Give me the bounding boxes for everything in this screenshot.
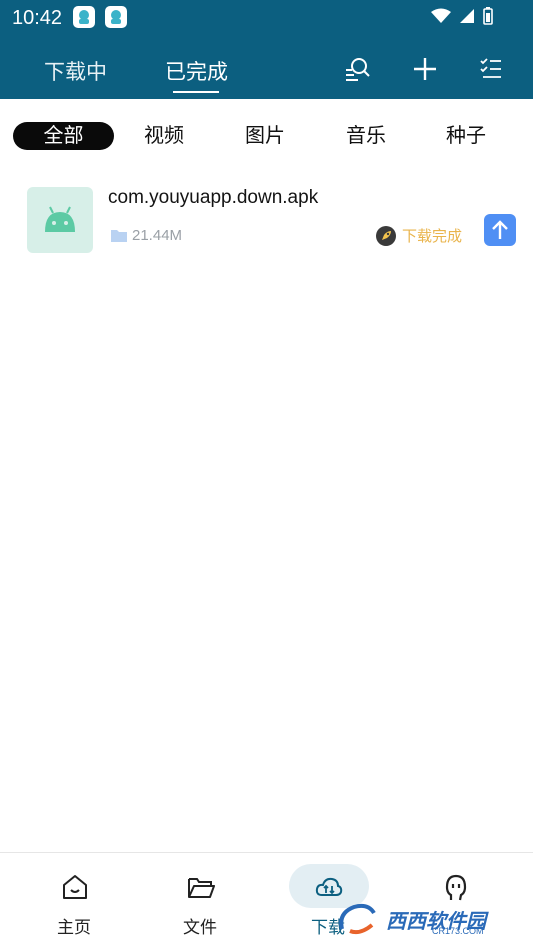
status-time: 10:42 bbox=[12, 7, 63, 29]
status-bar: 10:42 bbox=[0, 0, 533, 36]
nav-files-label: 文件 bbox=[183, 918, 217, 937]
arrow-up-icon bbox=[492, 220, 508, 239]
filter-video[interactable]: 视频 bbox=[124, 122, 204, 150]
wifi-icon bbox=[431, 8, 451, 23]
nav-home-label: 主页 bbox=[57, 918, 91, 937]
status-label: 下载完成 bbox=[402, 228, 463, 245]
filter-torrent[interactable]: 种子 bbox=[426, 122, 506, 150]
signal-icon bbox=[460, 9, 474, 23]
folder-icon bbox=[111, 230, 127, 242]
add-icon[interactable] bbox=[412, 56, 438, 82]
file-meta: 21.44M bbox=[110, 227, 182, 244]
folder-open-icon bbox=[188, 878, 215, 898]
list-item[interactable]: com.youyuapp.down.apk 21.44M 下载完成 bbox=[0, 180, 533, 262]
tab-completed[interactable]: 已完成 bbox=[165, 56, 228, 86]
tab-downloading[interactable]: 下载中 bbox=[44, 56, 107, 86]
search-list-icon[interactable] bbox=[344, 56, 370, 82]
app-notification-icon bbox=[105, 6, 127, 28]
nav-files[interactable]: 文件 bbox=[155, 853, 245, 949]
site-watermark: 西西软件园 CR173.COM bbox=[336, 896, 520, 942]
file-size: 21.44M bbox=[132, 227, 183, 244]
watermark-subtext: CR173.COM bbox=[432, 926, 484, 936]
app-notification-icon bbox=[73, 6, 95, 28]
nav-home[interactable]: 主页 bbox=[29, 853, 119, 949]
filter-image[interactable]: 图片 bbox=[225, 122, 305, 150]
battery-icon bbox=[483, 7, 493, 25]
filter-music[interactable]: 音乐 bbox=[326, 122, 406, 150]
upload-button[interactable] bbox=[484, 214, 516, 246]
category-filters: 全部 视频 图片 音乐 种子 bbox=[0, 114, 533, 158]
download-status: 下载完成 bbox=[376, 225, 462, 246]
download-tabs: 下载中 已完成 bbox=[0, 46, 533, 96]
filter-all[interactable]: 全部 bbox=[13, 122, 114, 150]
system-icons bbox=[431, 7, 493, 25]
top-app-bar: 10:42 下载中 已完成 bbox=[0, 0, 533, 99]
android-app-icon bbox=[27, 187, 93, 253]
rocket-icon bbox=[376, 225, 396, 246]
home-icon bbox=[63, 875, 87, 899]
file-name: com.youyuapp.down.apk bbox=[108, 187, 319, 208]
checklist-icon[interactable] bbox=[479, 56, 505, 82]
active-tab-indicator bbox=[173, 91, 219, 93]
watermark-logo-icon bbox=[339, 903, 376, 935]
